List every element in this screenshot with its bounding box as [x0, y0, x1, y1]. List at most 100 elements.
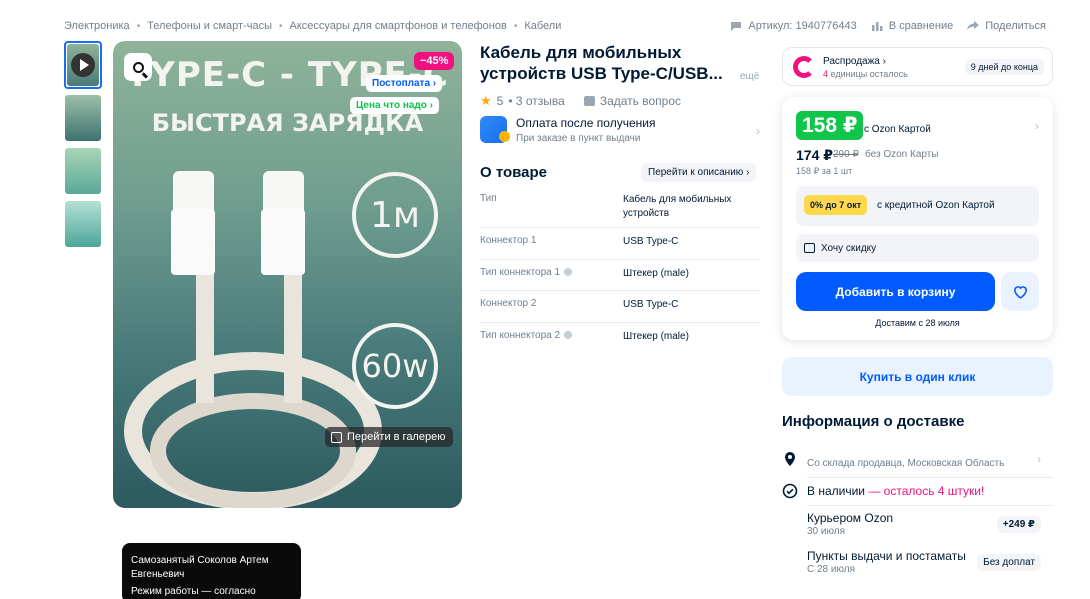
product-image[interactable]: TYPE-C - TYPE-C БЫСТРАЯ ЗАРЯДКА 1м 60w −…	[113, 41, 462, 508]
courier-price: +249 ₽	[996, 516, 1041, 533]
share-button[interactable]: Поделиться	[967, 20, 1046, 32]
heart-icon	[1013, 286, 1027, 299]
compare-icon	[871, 22, 883, 31]
discount-badge: −45%	[414, 52, 455, 70]
unit-price: 158 ₽ за 1 шт	[796, 166, 853, 176]
spec-key: Коннектор 2	[480, 298, 537, 309]
price-card: 158 ₽ с Ozon Картой › 174 ₽ 290 ₽ без Oz…	[782, 97, 1053, 340]
thumbnail-image[interactable]	[64, 200, 102, 248]
info-icon[interactable]	[564, 268, 573, 277]
sale-card[interactable]: Распродажа › 4 единицы осталось 9 дней д…	[782, 47, 1053, 86]
star-icon: ★	[480, 93, 492, 108]
sale-days-left: 9 дней до конца	[964, 59, 1044, 75]
breadcrumb: Электроника • Телефоны и смарт-часы • Ак…	[64, 20, 561, 32]
favorite-button[interactable]	[1001, 272, 1039, 311]
thumbnail-image[interactable]	[64, 147, 102, 195]
postpay-info[interactable]: Оплата после получения При заказе в пунк…	[480, 116, 760, 144]
top-actions: Артикул: 1940776443 В сравнение Поделить…	[730, 20, 1046, 32]
power-badge: 60w	[352, 323, 438, 409]
good-price-badge[interactable]: Цена что надо ›	[350, 97, 439, 114]
info-icon[interactable]	[564, 331, 573, 340]
pickup-option[interactable]: Пункты выдачи и постаматы С 28 июля Без …	[782, 548, 1053, 578]
chevron-right-icon[interactable]: ›	[1035, 119, 1039, 133]
delivery-date: Доставим с 28 июля	[875, 318, 960, 328]
breadcrumb-separator: •	[513, 20, 518, 32]
sale-name: Распродажа ›	[823, 56, 886, 67]
gallery-icon	[331, 431, 342, 443]
breadcrumb-item[interactable]: Телефоны и смарт-часы	[147, 20, 272, 32]
spec-value: Штекер (male)	[623, 331, 689, 342]
location-pin-icon	[785, 452, 795, 466]
regular-price: 174 ₽	[796, 147, 833, 163]
seller-name: Самозанятый Соколов Артем Евгеньевич	[131, 555, 269, 580]
no-card-label: без Ozon Карты	[865, 149, 939, 160]
credit-tag: 0% до 7 окт	[804, 195, 868, 215]
pickup-price: Без доплат	[977, 554, 1041, 571]
credit-offer[interactable]: 0% до 7 окт с кредитной Ozon Картой	[796, 186, 1039, 226]
spec-value: Кабель для мобильных устройств	[623, 194, 732, 219]
add-to-cart-button[interactable]: Добавить в корзину	[796, 272, 995, 311]
compare-button[interactable]: В сравнение	[871, 20, 953, 32]
thumbnail-list	[64, 41, 102, 253]
postpay-title: Оплата после получения	[516, 116, 656, 130]
reviews-link[interactable]: • 3 отзыва	[508, 94, 565, 108]
spec-key: Тип коннектора 2	[480, 323, 623, 354]
courier-date: 30 июля	[807, 526, 846, 537]
play-icon	[71, 53, 95, 77]
courier-title: Курьером Ozon	[807, 511, 894, 525]
length-badge: 1м	[352, 172, 438, 258]
spec-row: Тип коннектора 2 Штекер (male)	[480, 323, 760, 354]
breadcrumb-item[interactable]: Электроника	[64, 20, 130, 32]
pickup-date: С 28 июля	[807, 564, 856, 575]
postpay-badge[interactable]: Постоплата ›	[366, 75, 443, 92]
divider	[807, 477, 1053, 478]
share-icon	[967, 21, 980, 30]
seller-tooltip: Самозанятый Соколов Артем Евгеньевич Реж…	[122, 543, 301, 599]
rating-value: 5	[496, 94, 504, 108]
ozon-card-price: 158 ₽	[796, 111, 864, 140]
want-discount-button[interactable]: Хочу скидку	[796, 234, 1039, 262]
ozon-card-label: с Ozon Картой	[864, 124, 931, 135]
warehouse-text: Со склада продавца, Московская Область	[807, 458, 1005, 469]
pickup-title: Пункты выдачи и постаматы	[807, 549, 966, 563]
spec-key: Тип коннектора 1	[480, 260, 623, 290]
wallet-icon	[480, 116, 510, 143]
rating-row: ★ 5 • 3 отзыва Задать вопрос	[480, 93, 681, 109]
ask-question-button[interactable]: Задать вопрос	[583, 94, 681, 108]
seller-hours: Режим работы — согласно	[131, 586, 256, 597]
sale-logo-icon	[793, 56, 815, 78]
breadcrumb-separator: •	[279, 20, 283, 32]
about-heading: О товаре	[480, 164, 548, 181]
spec-key: Коннектор 1	[480, 235, 537, 246]
breadcrumb-separator: •	[136, 20, 141, 32]
go-to-description-button[interactable]: Перейти к описанию ›	[641, 163, 757, 182]
credit-text: с кредитной Ozon Картой	[877, 200, 995, 211]
spec-table: Тип Кабель для мобильных устройств Конне…	[480, 186, 760, 354]
thumbnail-video[interactable]	[64, 41, 102, 89]
lens-search-icon[interactable]	[124, 53, 152, 81]
delivery-heading: Информация о доставке	[782, 413, 965, 430]
spec-row: Тип Кабель для мобильных устройств	[480, 186, 760, 228]
article-number[interactable]: Артикул: 1940776443	[730, 20, 857, 32]
open-gallery-button[interactable]: Перейти в галерею	[325, 427, 454, 447]
chevron-right-icon: ›	[1037, 452, 1041, 466]
breadcrumb-item[interactable]: Аксессуары для смартфонов и телефонов	[290, 20, 507, 32]
spec-value: Штекер (male)	[623, 268, 689, 279]
thumbnail-image[interactable]	[64, 94, 102, 142]
breadcrumb-item[interactable]: Кабели	[524, 20, 561, 32]
stock-row: В наличии — осталось 4 штуки!	[782, 482, 1053, 506]
courier-option[interactable]: Курьером Ozon 30 июля +249 ₽	[782, 510, 1053, 540]
spec-row: Коннектор 2 USB Type-C	[480, 291, 760, 323]
spec-row: Тип коннектора 1 Штекер (male)	[480, 260, 760, 291]
spec-value: USB Type-C	[623, 299, 679, 310]
buy-one-click-button[interactable]: Купить в один клик	[782, 357, 1053, 396]
question-icon	[583, 96, 595, 106]
spec-key: Тип	[480, 193, 497, 204]
title-more-link[interactable]: ещё	[740, 71, 759, 82]
check-circle-icon	[782, 483, 798, 499]
delivery-location-row[interactable]: Со склада продавца, Московская Область ›	[782, 449, 1053, 477]
discount-icon	[804, 243, 815, 253]
chat-icon	[731, 22, 742, 31]
stock-text: В наличии — осталось 4 штуки!	[807, 484, 985, 498]
product-title: Кабель для мобильных устройств USB Type-…	[480, 43, 723, 83]
